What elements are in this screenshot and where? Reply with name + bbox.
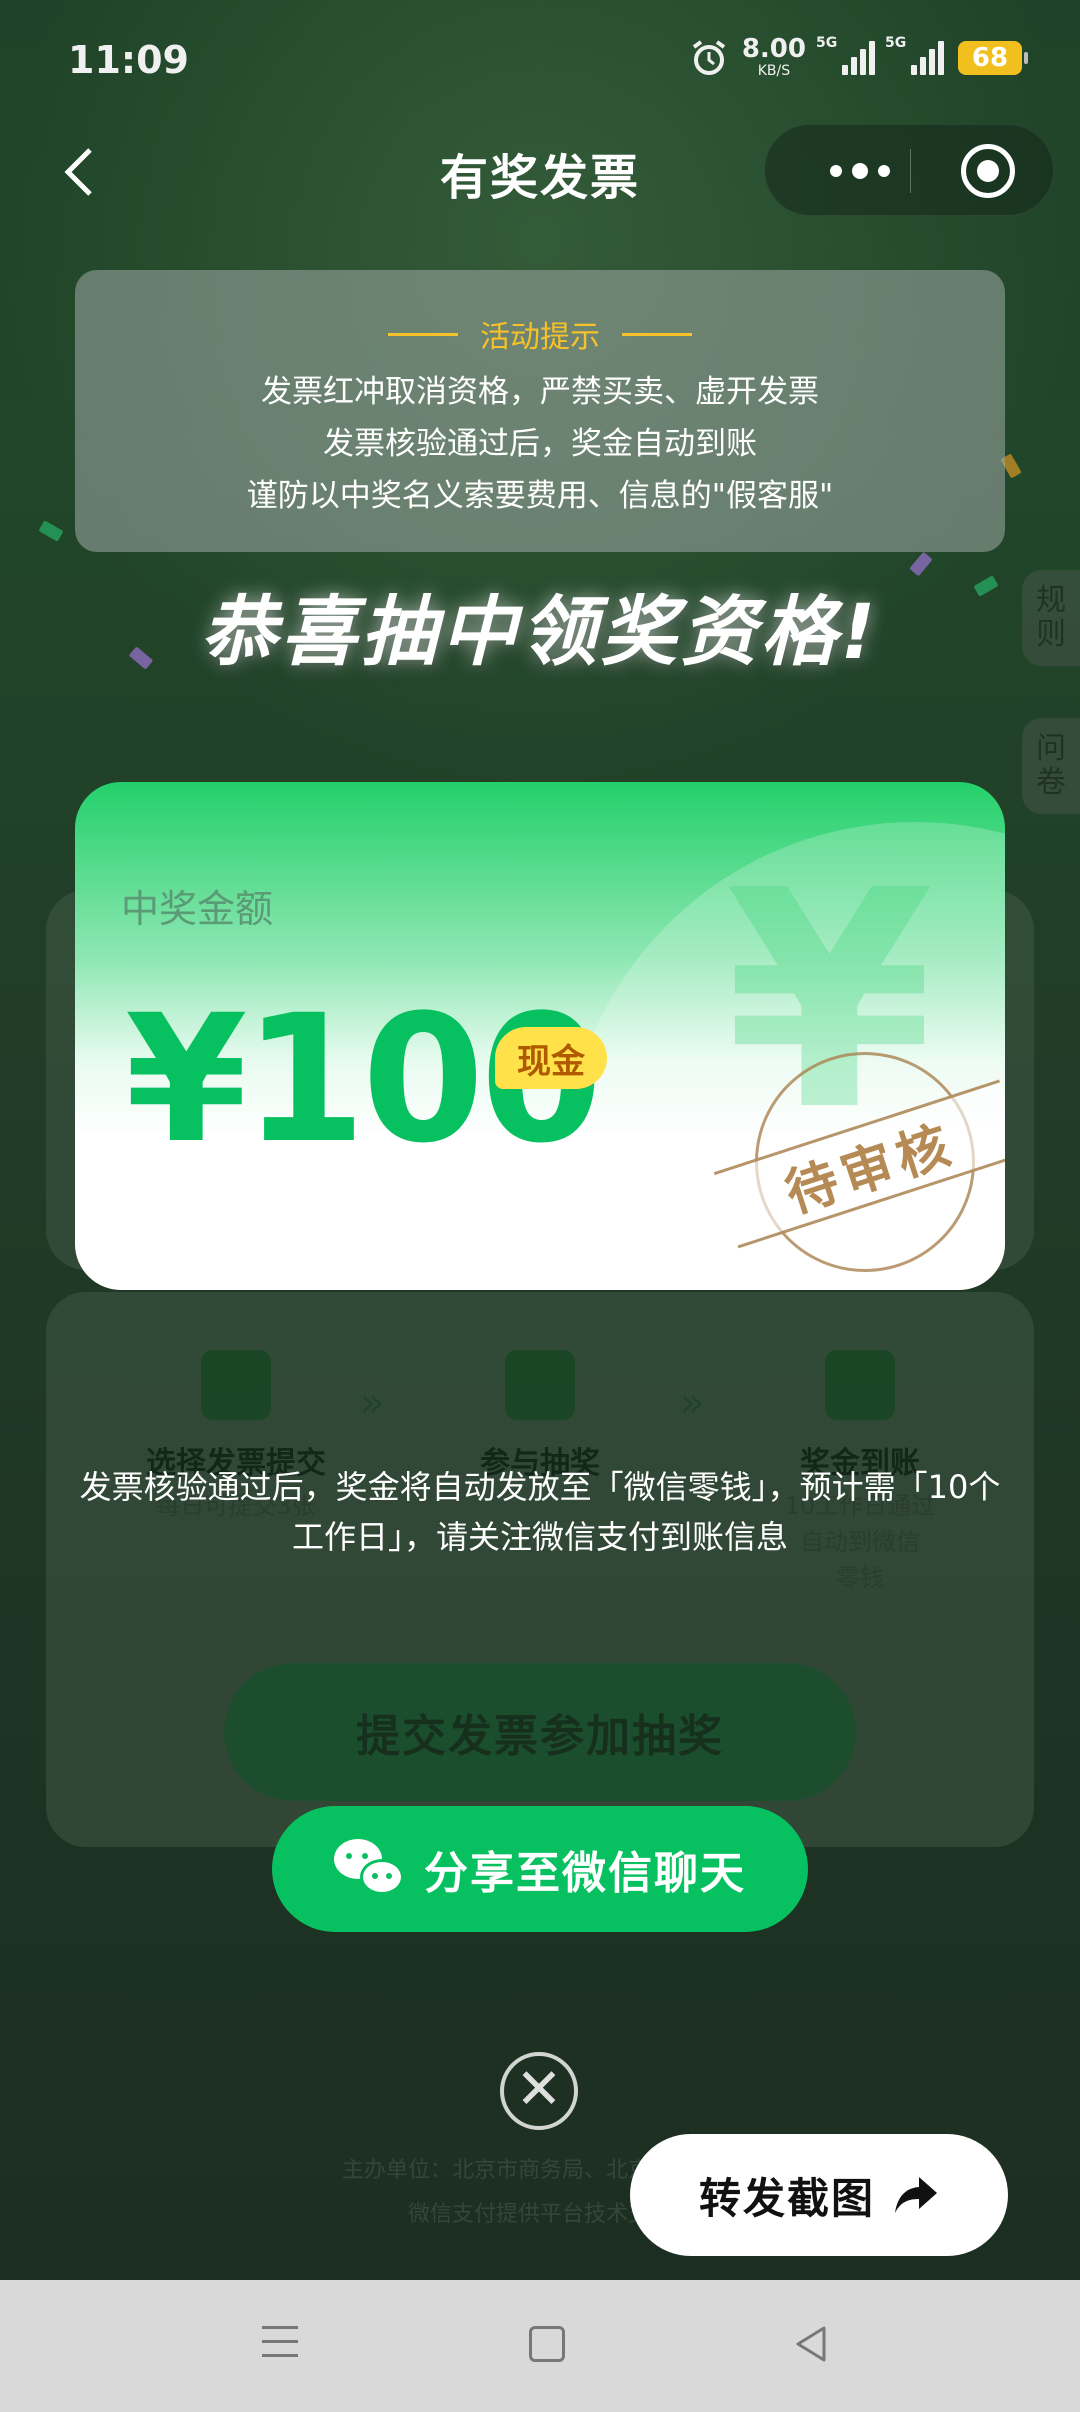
notice-title-row: 活动提示: [75, 312, 1005, 356]
congrats-headline: 恭喜抽中领奖资格!: [200, 587, 880, 676]
payout-info: 发票核验通过后，奖金将自动发放至「微信零钱」，预计需「10个工作日」，请关注微信…: [79, 1468, 1001, 1556]
status-bar: 11:09 8.00 KB/S 5G 5G 68: [0, 0, 1080, 120]
more-dots-icon[interactable]: [805, 125, 915, 217]
back-icon[interactable]: [792, 2324, 832, 2364]
prize-card: ¥ 中奖金额 ¥100 现金 待审核: [75, 782, 1005, 1290]
status-icons: 8.00 KB/S 5G 5G 68: [690, 35, 1028, 80]
close-icon[interactable]: ✕: [500, 2052, 578, 2130]
signal-icon: 5G: [885, 35, 944, 75]
notice-line: 发票核验通过后，奖金自动到账: [323, 426, 757, 462]
net-speed-value: 8.00: [741, 34, 806, 64]
share-arrow-icon: [895, 2177, 937, 2213]
alarm-icon: [692, 40, 726, 75]
cash-badge: 现金: [495, 1027, 607, 1089]
system-nav-bar: [0, 2280, 1080, 2412]
net-speed-unit: KB/S: [757, 63, 791, 79]
share-to-wechat-button[interactable]: 分享至微信聊天: [272, 1806, 808, 1932]
notice-line: 发票红冲取消资格，严禁买卖、虚开发票: [261, 374, 819, 410]
capsule-divider: [910, 149, 911, 193]
share-button-label: 分享至微信聊天: [424, 1848, 746, 1899]
home-icon[interactable]: [529, 2326, 565, 2362]
activity-notice: 活动提示 发票红冲取消资格，严禁买卖、虚开发票 发票核验通过后，奖金自动到账 谨…: [75, 270, 1005, 552]
signal-label: 5G: [816, 35, 838, 51]
signal-label: 5G: [885, 35, 907, 51]
forward-button-label: 转发截图: [698, 2173, 875, 2223]
net-speed: 8.00 KB/S: [742, 36, 806, 80]
battery-icon: 68: [958, 41, 1028, 75]
nav-bar: 有奖发票: [0, 120, 1080, 220]
divider: [622, 332, 692, 336]
notice-title: 活动提示: [480, 320, 600, 355]
divider: [388, 332, 458, 336]
notice-line: 谨防以中奖名义索要费用、信息的"假客服": [246, 478, 834, 514]
wechat-icon: [334, 1839, 406, 1899]
signal-icon: 5G: [816, 35, 875, 75]
target-icon[interactable]: [961, 144, 1015, 198]
status-time: 11:09: [68, 38, 189, 82]
forward-screenshot-button[interactable]: 转发截图: [630, 2134, 1008, 2256]
menu-icon[interactable]: [262, 2326, 298, 2368]
miniprogram-capsule: [764, 124, 1054, 216]
prize-label: 中奖金额: [121, 887, 274, 931]
